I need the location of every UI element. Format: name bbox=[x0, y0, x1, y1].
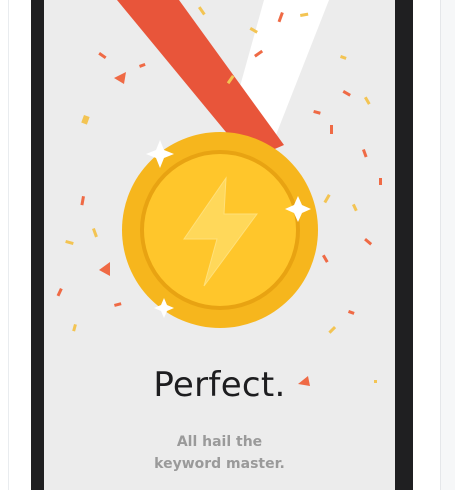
right-gutter bbox=[440, 0, 455, 490]
subtitle-line-1: All hail the bbox=[176, 434, 263, 450]
app-frame: Perfect. All hail the keyword master. bbox=[0, 0, 455, 490]
left-divider bbox=[8, 0, 9, 490]
subtitle-line-2: keyword master. bbox=[154, 456, 285, 472]
phone-frame: Perfect. All hail the keyword master. bbox=[31, 0, 413, 490]
result-subtitle: All hail the keyword master. bbox=[44, 431, 395, 475]
result-title: Perfect. bbox=[153, 365, 286, 405]
celebration-illustration bbox=[56, 0, 382, 386]
success-screen: Perfect. All hail the keyword master. bbox=[44, 0, 395, 490]
medal-icon bbox=[122, 132, 318, 328]
